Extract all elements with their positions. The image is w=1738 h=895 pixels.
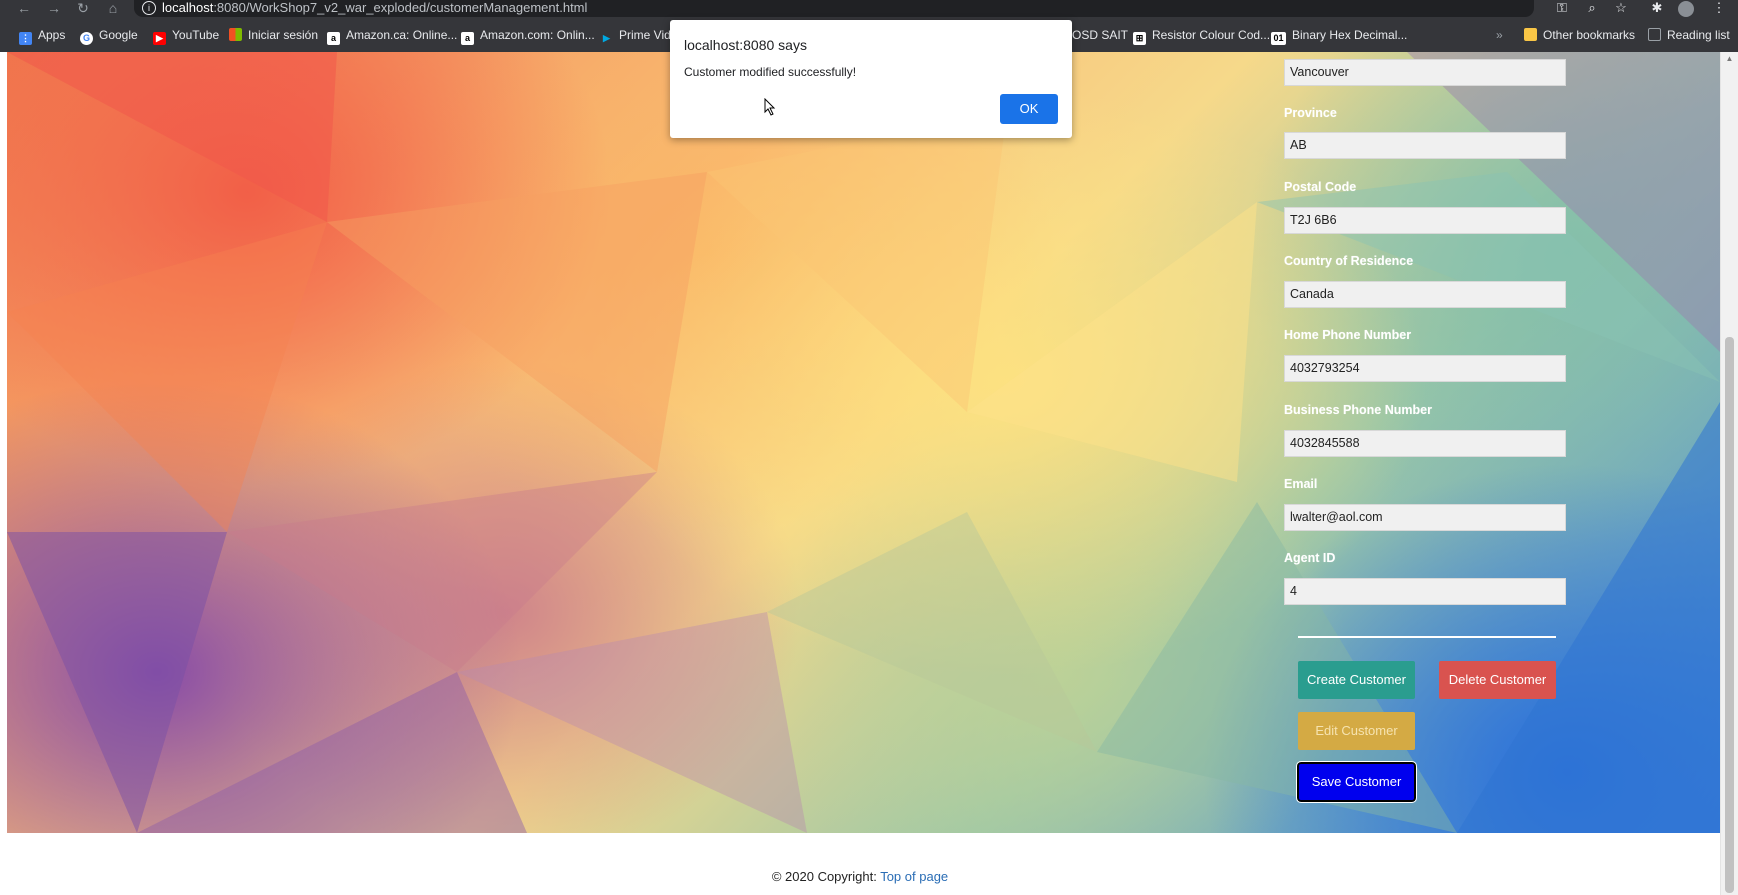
save-customer-button[interactable]: Save Customer	[1296, 761, 1417, 803]
bookmark-youtube[interactable]: ▶ YouTube	[153, 19, 219, 52]
page-scrollbar[interactable]: ▲	[1720, 52, 1738, 895]
dialog-message: Customer modified successfully!	[684, 65, 857, 79]
reading-list-icon	[1648, 28, 1661, 41]
prime-video-icon: ▶	[603, 33, 610, 43]
edit-customer-button[interactable]: Edit Customer	[1298, 712, 1415, 750]
browser-toolbar: ← → ↻ ⌂ i localhost:8080/WorkShop7_v2_wa…	[0, 0, 1738, 19]
country-label: Country of Residence	[1284, 254, 1414, 268]
reload-icon[interactable]: ↻	[73, 0, 93, 17]
alert-dialog: localhost:8080 says Customer modified su…	[670, 20, 1072, 138]
copyright-text: © 2020 Copyright:	[771, 869, 881, 884]
youtube-icon: ▶	[153, 32, 166, 45]
menu-kebab-icon[interactable]: ⋮	[1710, 0, 1728, 17]
bookmark-amazon-ca[interactable]: a Amazon.ca: Online...	[327, 19, 457, 52]
url-text: localhost:8080/WorkShop7_v2_war_exploded…	[162, 0, 587, 16]
bookmark-binary-hex[interactable]: 01 Binary Hex Decimal...	[1271, 19, 1407, 52]
bookmark-label: Apps	[38, 28, 66, 42]
bookmark-label: Prime Vide	[619, 28, 678, 42]
city-field[interactable]: Vancouver	[1284, 59, 1566, 86]
dialog-title: localhost:8080 says	[684, 37, 807, 53]
bookmark-label: Iniciar sesión	[248, 28, 319, 42]
amazon-icon: a	[461, 32, 474, 45]
agent-id-field[interactable]: 4	[1284, 578, 1566, 605]
amazon-icon: a	[327, 32, 340, 45]
google-icon: G	[80, 32, 93, 45]
business-phone-label: Business Phone Number	[1284, 403, 1432, 417]
profile-avatar[interactable]	[1678, 1, 1694, 17]
home-phone-field[interactable]: 4032793254	[1284, 355, 1566, 382]
footer-copyright: © 2020 Copyright: Top of page	[0, 869, 1720, 884]
apps-grid-icon: ⋮	[19, 32, 32, 45]
key-icon[interactable]: ⚿	[1553, 0, 1571, 17]
form-divider	[1298, 636, 1556, 638]
overflow-label: »	[1496, 28, 1503, 42]
email-field[interactable]: lwalter@aol.com	[1284, 504, 1566, 531]
dialog-ok-button[interactable]: OK	[1000, 94, 1058, 124]
bookmark-label: Binary Hex Decimal...	[1292, 28, 1408, 42]
bookmark-label: OSD SAIT	[1072, 28, 1129, 42]
scroll-up-arrow-icon[interactable]: ▲	[1721, 54, 1738, 63]
country-field[interactable]: Canada	[1284, 281, 1566, 308]
province-label: Province	[1284, 106, 1337, 120]
bookmark-label: Resistor Colour Cod...	[1152, 28, 1271, 42]
bookmark-label: Reading list	[1667, 28, 1730, 42]
bookmark-apps[interactable]: ⋮ Apps	[19, 19, 65, 52]
delete-customer-button[interactable]: Delete Customer	[1439, 661, 1556, 699]
bookmark-reading-list[interactable]: Reading list	[1648, 19, 1730, 52]
site-info-icon[interactable]: i	[142, 1, 156, 15]
bookmark-osd-sait[interactable]: OSD SAIT	[1072, 19, 1128, 52]
extensions-puzzle-icon[interactable]: ✱	[1648, 0, 1666, 17]
bookmark-amazon-com[interactable]: a Amazon.com: Onlin...	[461, 19, 595, 52]
bookmark-label: Google	[99, 28, 138, 42]
forward-arrow-icon[interactable]: →	[44, 0, 64, 17]
bookmarks-overflow-chevron[interactable]: »	[1496, 19, 1503, 52]
bookmark-google[interactable]: G Google	[80, 19, 138, 52]
agent-id-label: Agent ID	[1284, 551, 1336, 565]
bookmark-other[interactable]: Other bookmarks	[1524, 19, 1635, 52]
url-path: :8080/WorkShop7_v2_war_exploded/customer…	[213, 0, 588, 15]
bookmark-prime-video[interactable]: ▶ Prime Vide	[600, 19, 677, 52]
home-icon[interactable]: ⌂	[103, 0, 123, 17]
top-of-page-link[interactable]: Top of page	[880, 869, 948, 884]
email-label: Email	[1284, 477, 1318, 491]
back-arrow-icon[interactable]: ←	[14, 0, 34, 17]
bookmark-label: YouTube	[172, 28, 220, 42]
business-phone-field[interactable]: 4032845588	[1284, 430, 1566, 457]
address-bar[interactable]: i localhost:8080/WorkShop7_v2_war_explod…	[134, 0, 1534, 17]
url-host: localhost	[162, 0, 214, 15]
bookmark-label: Amazon.ca: Online...	[346, 28, 458, 42]
bookmark-label: Amazon.com: Onlin...	[480, 28, 595, 42]
star-bookmark-icon[interactable]: ☆	[1612, 0, 1630, 17]
resistor-icon: ⊞	[1133, 32, 1146, 45]
binary-icon: 01	[1271, 32, 1286, 45]
microsoft-icon	[229, 28, 242, 41]
scrollbar-thumb[interactable]	[1725, 337, 1734, 893]
province-field[interactable]: AB	[1284, 132, 1566, 159]
bookmark-label: Other bookmarks	[1543, 28, 1636, 42]
page-footer: © 2020 Copyright: Top of page	[0, 833, 1720, 895]
postal-code-field[interactable]: T2J 6B6	[1284, 207, 1566, 234]
home-phone-label: Home Phone Number	[1284, 328, 1412, 342]
postal-code-label: Postal Code	[1284, 180, 1357, 194]
zoom-search-icon[interactable]: ⌕	[1583, 0, 1601, 17]
create-customer-button[interactable]: Create Customer	[1298, 661, 1415, 699]
bookmark-iniciar-sesion[interactable]: Iniciar sesión	[229, 19, 318, 52]
bookmark-resistor[interactable]: ⊞ Resistor Colour Cod...	[1133, 19, 1270, 52]
folder-icon	[1524, 28, 1537, 41]
mouse-cursor-icon	[764, 98, 776, 116]
